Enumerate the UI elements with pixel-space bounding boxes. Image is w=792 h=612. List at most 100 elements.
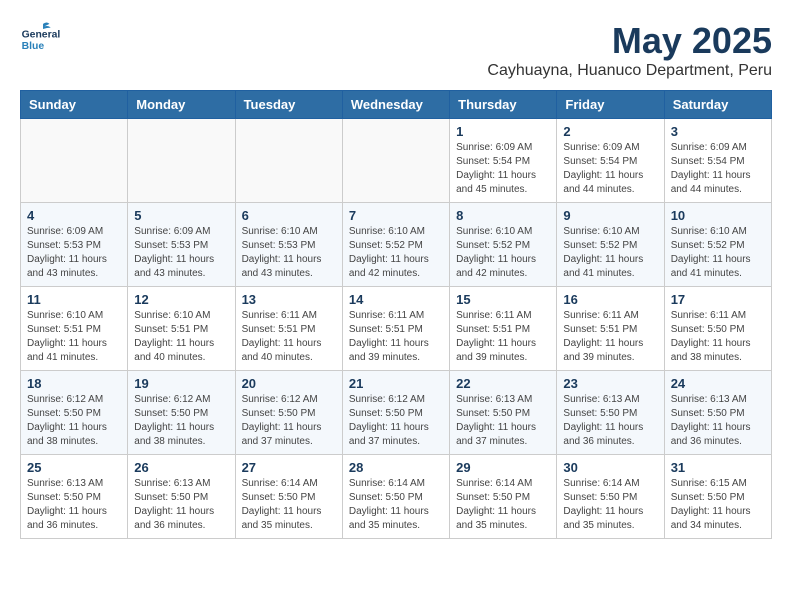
day-info: Sunrise: 6:09 AM Sunset: 5:54 PM Dayligh… (456, 141, 550, 197)
calendar-cell: 7Sunrise: 6:10 AM Sunset: 5:52 PM Daylig… (342, 203, 449, 287)
calendar-week-3: 11 Sunrise: 6:10 AM Sunset: 5:51 PM Dayli… (21, 287, 772, 371)
day-info: Sunrise: 6:11 AM Sunset: 5:51 PM Dayligh… (456, 309, 550, 365)
calendar-cell: 8 Sunrise: 6:10 AM Sunset: 5:52 PM Daylig… (450, 203, 557, 287)
svg-text:Blue: Blue (22, 41, 45, 52)
day-info: Sunrise: 6:14 AM Sunset: 5:50 PM Dayligh… (456, 477, 550, 533)
day-number: 9 (563, 208, 657, 223)
calendar-cell: 2 Sunrise: 6:09 AM Sunset: 5:54 PM Daylig… (557, 119, 664, 203)
calendar-cell (128, 119, 235, 203)
day-number: 25 (27, 460, 121, 475)
weekday-header-tuesday: Tuesday (235, 91, 342, 119)
day-number: 16 (563, 292, 657, 307)
calendar-cell: 23 Sunrise: 6:13 AM Sunset: 5:50 PM Dayli… (557, 371, 664, 455)
day-number: 8 (456, 208, 550, 223)
day-number: 31 (671, 460, 765, 475)
day-info: Sunrise: 6:15 AM Sunset: 5:50 PM Dayligh… (671, 477, 765, 533)
day-info: Sunrise: 6:11 AM Sunset: 5:50 PM Dayligh… (671, 309, 765, 365)
day-info: Sunrise: 6:13 AM Sunset: 5:50 PM Dayligh… (134, 477, 228, 533)
calendar-cell: 17 Sunrise: 6:11 AM Sunset: 5:50 PM Dayli… (664, 287, 771, 371)
calendar-cell: 4 Sunrise: 6:09 AM Sunset: 5:53 PM Daylig… (21, 203, 128, 287)
day-number: 17 (671, 292, 765, 307)
weekday-header-row: SundayMondayTuesdayWednesdayThursdayFrid… (21, 91, 772, 119)
calendar-week-5: 25 Sunrise: 6:13 AM Sunset: 5:50 PM Dayli… (21, 455, 772, 539)
calendar-table: SundayMondayTuesdayWednesdayThursdayFrid… (20, 90, 772, 539)
day-info: Sunrise: 6:11 AM Sunset: 5:51 PM Dayligh… (563, 309, 657, 365)
day-number: 15 (456, 292, 550, 307)
day-number: 5 (134, 208, 228, 223)
calendar-cell: 28 Sunrise: 6:14 AM Sunset: 5:50 PM Dayli… (342, 455, 449, 539)
day-number: 14 (349, 292, 443, 307)
day-number: 26 (134, 460, 228, 475)
day-info: Sunrise: 6:10 AM Sunset: 5:52 PM Dayligh… (563, 225, 657, 281)
weekday-header-saturday: Saturday (664, 91, 771, 119)
day-info: Sunrise: 6:12 AM Sunset: 5:50 PM Dayligh… (27, 393, 121, 449)
day-number: 19 (134, 376, 228, 391)
calendar-cell: 14 Sunrise: 6:11 AM Sunset: 5:51 PM Dayli… (342, 287, 449, 371)
calendar-cell: 22Sunrise: 6:13 AM Sunset: 5:50 PM Dayli… (450, 371, 557, 455)
day-info: Sunrise: 6:10 AM Sunset: 5:51 PM Dayligh… (27, 309, 121, 365)
day-info: Sunrise: 6:10 AM Sunset: 5:53 PM Dayligh… (242, 225, 336, 281)
day-number: 3 (671, 124, 765, 139)
day-number: 11 (27, 292, 121, 307)
day-info: Sunrise: 6:13 AM Sunset: 5:50 PM Dayligh… (563, 393, 657, 449)
day-info: Sunrise: 6:09 AM Sunset: 5:53 PM Dayligh… (27, 225, 121, 281)
calendar-title: May 2025 (487, 20, 772, 62)
weekday-header-monday: Monday (128, 91, 235, 119)
weekday-header-sunday: Sunday (21, 91, 128, 119)
day-info: Sunrise: 6:11 AM Sunset: 5:51 PM Dayligh… (349, 309, 443, 365)
calendar-cell: 15 Sunrise: 6:11 AM Sunset: 5:51 PM Dayli… (450, 287, 557, 371)
calendar-cell: 10 Sunrise: 6:10 AM Sunset: 5:52 PM Dayli… (664, 203, 771, 287)
weekday-header-thursday: Thursday (450, 91, 557, 119)
calendar-cell: 25Sunrise: 6:13 AM Sunset: 5:50 PM Dayli… (21, 455, 128, 539)
weekday-header-wednesday: Wednesday (342, 91, 449, 119)
calendar-cell: 27 Sunrise: 6:14 AM Sunset: 5:50 PM Dayli… (235, 455, 342, 539)
day-number: 6 (242, 208, 336, 223)
day-info: Sunrise: 6:11 AM Sunset: 5:51 PM Dayligh… (242, 309, 336, 365)
calendar-cell: 9 Sunrise: 6:10 AM Sunset: 5:52 PM Daylig… (557, 203, 664, 287)
day-number: 27 (242, 460, 336, 475)
day-info: Sunrise: 6:14 AM Sunset: 5:50 PM Dayligh… (349, 477, 443, 533)
calendar-cell: 18 Sunrise: 6:12 AM Sunset: 5:50 PM Dayli… (21, 371, 128, 455)
calendar-cell: 19 Sunrise: 6:12 AM Sunset: 5:50 PM Dayli… (128, 371, 235, 455)
day-info: Sunrise: 6:09 AM Sunset: 5:54 PM Dayligh… (563, 141, 657, 197)
day-info: Sunrise: 6:09 AM Sunset: 5:54 PM Dayligh… (671, 141, 765, 197)
day-info: Sunrise: 6:13 AM Sunset: 5:50 PM Dayligh… (456, 393, 550, 449)
calendar-cell (342, 119, 449, 203)
logo: General Blue (20, 20, 60, 60)
day-number: 18 (27, 376, 121, 391)
calendar-cell: 21 Sunrise: 6:12 AM Sunset: 5:50 PM Dayli… (342, 371, 449, 455)
calendar-cell: 11 Sunrise: 6:10 AM Sunset: 5:51 PM Dayli… (21, 287, 128, 371)
logo-icon: General Blue (20, 20, 60, 60)
day-number: 23 (563, 376, 657, 391)
calendar-week-1: 1 Sunrise: 6:09 AM Sunset: 5:54 PM Daylig… (21, 119, 772, 203)
day-number: 21 (349, 376, 443, 391)
calendar-cell: 3 Sunrise: 6:09 AM Sunset: 5:54 PM Daylig… (664, 119, 771, 203)
calendar-cell: 30Sunrise: 6:14 AM Sunset: 5:50 PM Dayli… (557, 455, 664, 539)
day-info: Sunrise: 6:10 AM Sunset: 5:52 PM Dayligh… (671, 225, 765, 281)
day-info: Sunrise: 6:14 AM Sunset: 5:50 PM Dayligh… (242, 477, 336, 533)
day-number: 10 (671, 208, 765, 223)
calendar-cell: 5 Sunrise: 6:09 AM Sunset: 5:53 PM Daylig… (128, 203, 235, 287)
day-number: 13 (242, 292, 336, 307)
day-number: 2 (563, 124, 657, 139)
calendar-cell: 20Sunrise: 6:12 AM Sunset: 5:50 PM Dayli… (235, 371, 342, 455)
calendar-week-2: 4 Sunrise: 6:09 AM Sunset: 5:53 PM Daylig… (21, 203, 772, 287)
day-info: Sunrise: 6:10 AM Sunset: 5:51 PM Dayligh… (134, 309, 228, 365)
day-number: 1 (456, 124, 550, 139)
calendar-cell: 31 Sunrise: 6:15 AM Sunset: 5:50 PM Dayli… (664, 455, 771, 539)
day-info: Sunrise: 6:12 AM Sunset: 5:50 PM Dayligh… (242, 393, 336, 449)
calendar-cell: 1 Sunrise: 6:09 AM Sunset: 5:54 PM Daylig… (450, 119, 557, 203)
calendar-cell: 26 Sunrise: 6:13 AM Sunset: 5:50 PM Dayli… (128, 455, 235, 539)
day-number: 4 (27, 208, 121, 223)
day-number: 24 (671, 376, 765, 391)
day-number: 30 (563, 460, 657, 475)
day-info: Sunrise: 6:10 AM Sunset: 5:52 PM Dayligh… (456, 225, 550, 281)
day-number: 28 (349, 460, 443, 475)
day-info: Sunrise: 6:12 AM Sunset: 5:50 PM Dayligh… (349, 393, 443, 449)
day-info: Sunrise: 6:12 AM Sunset: 5:50 PM Dayligh… (134, 393, 228, 449)
weekday-header-friday: Friday (557, 91, 664, 119)
calendar-cell: 16 Sunrise: 6:11 AM Sunset: 5:51 PM Dayli… (557, 287, 664, 371)
day-info: Sunrise: 6:09 AM Sunset: 5:53 PM Dayligh… (134, 225, 228, 281)
page-header: General Blue May 2025 Cayhuayna, Huanuco… (20, 20, 772, 80)
day-number: 12 (134, 292, 228, 307)
